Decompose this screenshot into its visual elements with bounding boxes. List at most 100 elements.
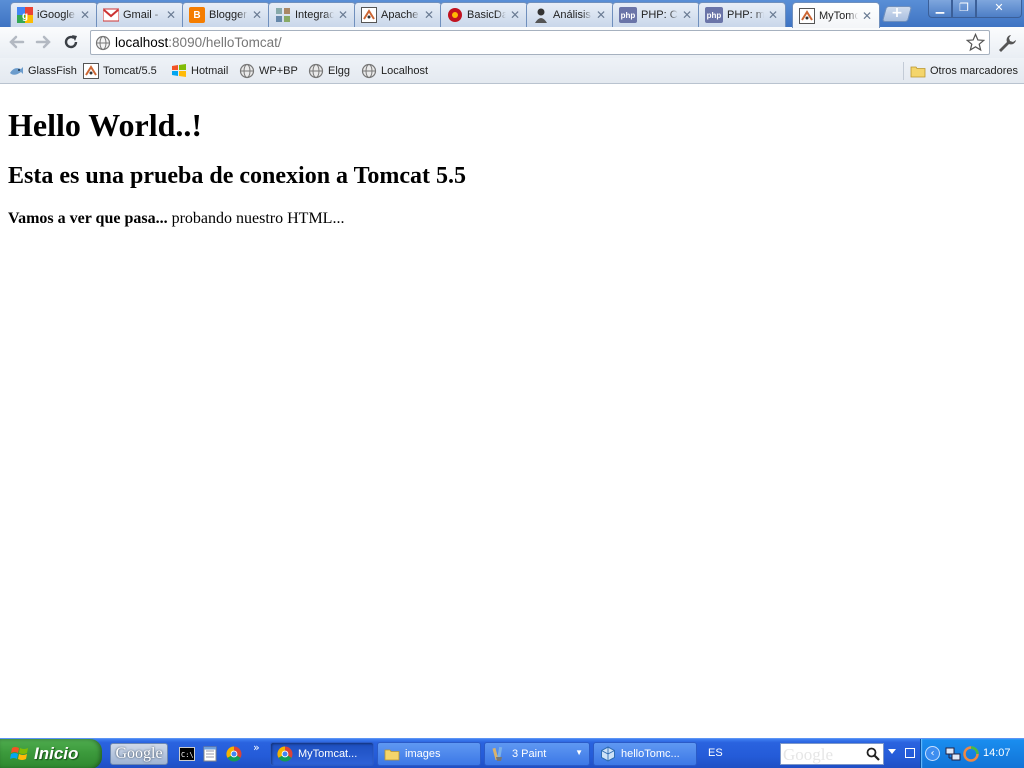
- new-tab-button[interactable]: +: [881, 5, 913, 22]
- close-tab-icon[interactable]: ✕: [595, 9, 607, 21]
- url-path: :8090/helloTomcat/: [168, 35, 282, 50]
- close-tab-icon[interactable]: ✕: [79, 9, 91, 21]
- clock[interactable]: 14:07: [983, 747, 1011, 759]
- paint-icon: [492, 746, 503, 761]
- svg-text:g: g: [22, 11, 28, 22]
- quick-launch-more-button[interactable]: »: [253, 741, 260, 754]
- network-icon[interactable]: [945, 746, 961, 762]
- integration-icon: [275, 7, 291, 23]
- tab-label: Gmail - F: [123, 9, 162, 21]
- bookmark-star-icon[interactable]: [966, 33, 985, 52]
- hotmail-icon: [172, 64, 186, 77]
- close-tab-icon[interactable]: ✕: [165, 9, 177, 21]
- bookmark-glassfish[interactable]: GlassFish: [8, 62, 77, 80]
- chrome-icon[interactable]: [226, 746, 242, 762]
- task-label: 3 Paint: [512, 748, 547, 760]
- windows-flag-icon: [10, 747, 28, 760]
- globe-icon: [308, 63, 324, 79]
- arrow-right-icon: [35, 35, 51, 49]
- tab-mytomcat[interactable]: MyTomc ✕: [792, 2, 880, 28]
- task-paint-group[interactable]: 3 Paint ▼: [484, 742, 590, 766]
- close-tab-icon[interactable]: ✕: [423, 9, 435, 21]
- tab-blogger[interactable]: B Blogger: ✕: [182, 2, 270, 27]
- task-label: helloTomc...: [621, 748, 680, 760]
- bookmark-elgg[interactable]: Elgg: [308, 62, 350, 80]
- search-icon[interactable]: [866, 747, 880, 761]
- folder-icon: [910, 66, 926, 78]
- tomcat-icon: [799, 7, 815, 24]
- tab-basicdata[interactable]: BasicDat ✕: [440, 2, 528, 27]
- task-mytomcat[interactable]: MyTomcat...: [270, 742, 374, 766]
- google-deskbar[interactable]: Google: [110, 743, 168, 765]
- close-tab-icon[interactable]: ✕: [767, 9, 779, 21]
- page-heading: Hello World..!: [8, 107, 203, 143]
- bookmark-label: Hotmail: [191, 65, 229, 77]
- back-button[interactable]: [6, 32, 28, 52]
- page-paragraph: Vamos a ver que pasa... probando nuestro…: [8, 210, 344, 228]
- close-tab-icon[interactable]: ✕: [681, 9, 693, 21]
- bookmark-label: Otros marcadores: [930, 65, 1019, 77]
- cmd-icon[interactable]: C:\: [179, 746, 195, 762]
- task-hellotomcat[interactable]: helloTomc...: [593, 742, 697, 766]
- google-search-input[interactable]: Google: [780, 743, 884, 765]
- svg-text:C:\: C:\: [181, 751, 194, 759]
- reload-icon: [64, 35, 78, 49]
- close-window-button[interactable]: ✕: [976, 0, 1022, 18]
- tab-label: Blogger:: [209, 9, 248, 21]
- maximize-button[interactable]: ❐: [952, 0, 976, 18]
- close-tab-icon[interactable]: ✕: [861, 10, 873, 22]
- close-tab-icon[interactable]: ✕: [251, 9, 263, 21]
- new-tab-plus-icon: +: [891, 5, 903, 21]
- arrow-left-icon: [9, 35, 25, 49]
- tab-php-co[interactable]: php PHP: Co ✕: [612, 2, 700, 27]
- reload-button[interactable]: [60, 32, 82, 52]
- url-host: localhost: [115, 35, 169, 50]
- tab-apache[interactable]: Apache ✕: [354, 2, 442, 27]
- language-indicator[interactable]: ES: [708, 747, 723, 759]
- bookmark-label: Localhost: [381, 65, 429, 77]
- analisis-icon: [533, 7, 549, 23]
- tab-php-my[interactable]: php PHP: my ✕: [698, 2, 786, 27]
- other-bookmarks-folder[interactable]: Otros marcadores: [903, 62, 1018, 80]
- chrome-icon: [277, 746, 293, 762]
- close-tab-icon[interactable]: ✕: [337, 9, 349, 21]
- bookmark-tomcat[interactable]: Tomcat/5.5: [83, 62, 157, 80]
- forward-button[interactable]: [32, 32, 54, 52]
- search-watermark: Google: [783, 745, 834, 764]
- search-options-dropdown-icon[interactable]: [888, 749, 896, 754]
- tab-analisis[interactable]: Análisis ✕: [526, 2, 614, 27]
- close-tab-icon[interactable]: ✕: [509, 9, 521, 21]
- notepad-icon[interactable]: [202, 746, 218, 762]
- tray-expand-chevron-icon[interactable]: ‹: [925, 746, 940, 761]
- bookmark-hotmail[interactable]: Hotmail: [171, 62, 228, 80]
- chevron-down-icon: ▼: [575, 748, 583, 757]
- tab-integracion[interactable]: Integrac ✕: [268, 2, 356, 27]
- minimize-button[interactable]: ▁: [928, 0, 952, 18]
- php-icon: php: [619, 7, 637, 23]
- igoogle-icon: g: [17, 7, 33, 23]
- address-bar[interactable]: localhost:8090/helloTomcat/: [90, 30, 990, 55]
- wrench-icon[interactable]: [996, 33, 1018, 53]
- bookmark-localhost[interactable]: Localhost: [361, 62, 428, 80]
- browser-toolbar: localhost:8090/helloTomcat/: [0, 27, 1024, 58]
- tab-label: Integrac: [295, 9, 334, 21]
- bookmarks-bar: GlassFish Tomcat/5.5 Hotmail WP+BP Elgg …: [0, 58, 1024, 84]
- tab-label: Análisis: [553, 9, 591, 21]
- tab-gmail[interactable]: Gmail - F ✕: [96, 2, 184, 27]
- task-images[interactable]: images: [377, 742, 481, 766]
- basicdata-icon: [447, 7, 463, 23]
- tab-igoogle[interactable]: g iGoogle ✕: [10, 2, 98, 27]
- bookmark-wpbp[interactable]: WP+BP: [239, 62, 298, 80]
- show-desktop-icon[interactable]: [905, 748, 915, 758]
- globe-icon: [361, 63, 377, 79]
- tab-label: iGoogle: [37, 9, 75, 21]
- start-button[interactable]: Inicio: [0, 739, 102, 768]
- tab-label: MyTomc: [819, 9, 858, 22]
- system-tray: ‹ 14:07: [920, 739, 1024, 768]
- blogger-icon: B: [189, 7, 205, 23]
- bookmark-label: GlassFish: [28, 65, 77, 77]
- tab-label: PHP: Co: [641, 9, 678, 21]
- update-icon[interactable]: [963, 746, 979, 762]
- apache-icon: [361, 7, 377, 23]
- page-subheading: Esta es una prueba de conexion a Tomcat …: [8, 163, 467, 189]
